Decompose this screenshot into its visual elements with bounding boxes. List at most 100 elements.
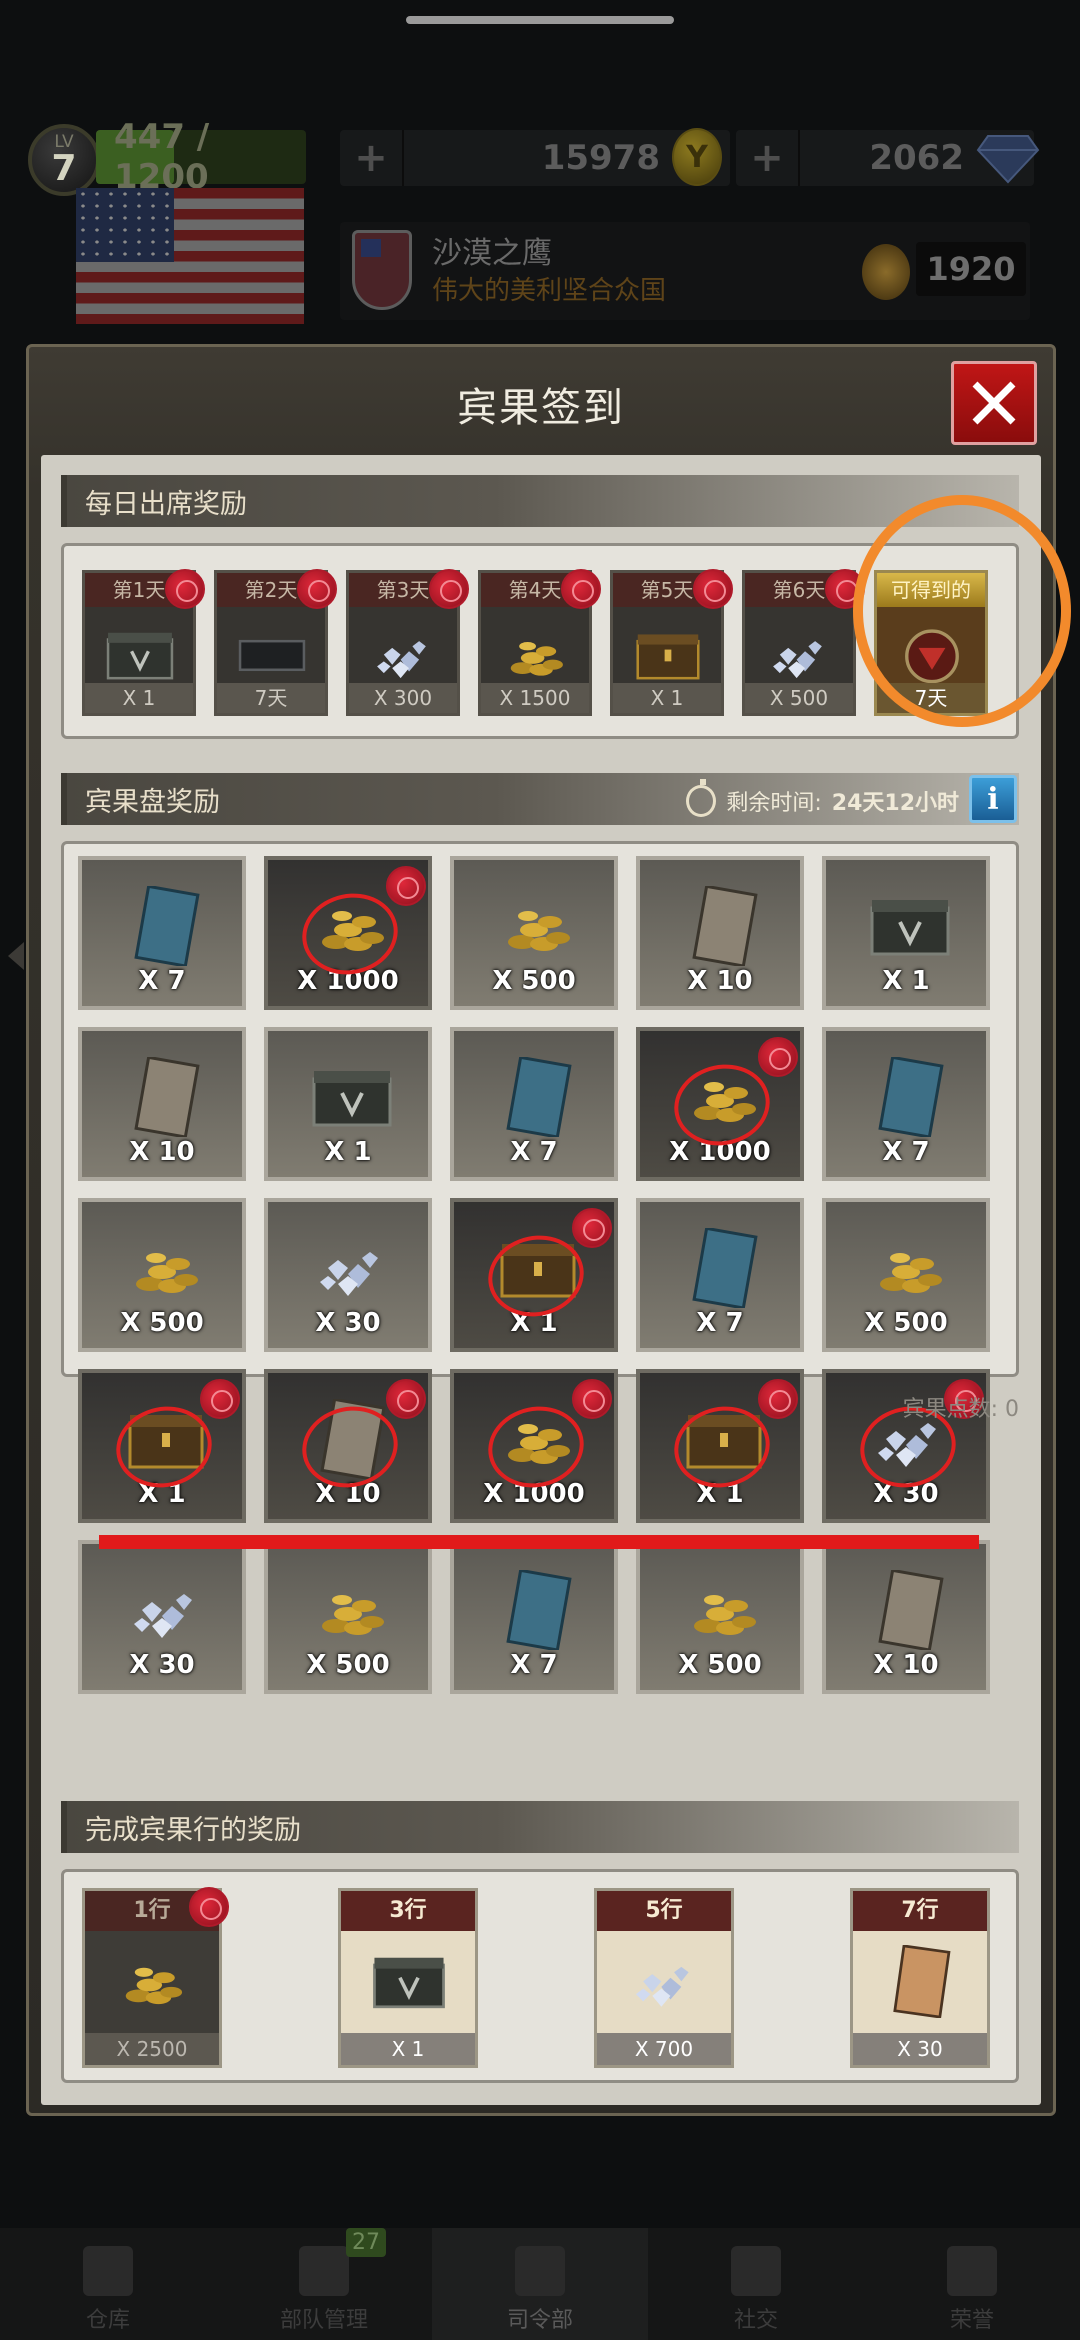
row-reward-4[interactable]: 7行 X 30	[850, 1888, 990, 2068]
claimed-stamp-icon	[165, 569, 205, 609]
bingo-cell[interactable]: X 1000	[450, 1369, 618, 1523]
bottom-nav: 仓库 部队管理 27 司令部 社交 荣誉	[0, 2228, 1080, 2340]
bingo-cell[interactable]: X 500	[822, 1198, 990, 1352]
player-level-badge[interactable]: LV 7	[28, 124, 100, 196]
diamonds-icon	[122, 1570, 210, 1650]
bingo-checkin-dialog: 宾果签到 每日出席奖励 第1天 X 1 第2天 7天 第3天 X 300 第4天 X 1500…	[26, 344, 1071, 2116]
bingo-cell[interactable]: X 500	[78, 1198, 246, 1352]
nav-hq[interactable]: 司令部	[432, 2228, 648, 2340]
cell-quantity: X 30	[315, 1308, 381, 1338]
bingo-cell[interactable]: X 500	[636, 1540, 804, 1694]
bingo-cell[interactable]: X 10	[822, 1540, 990, 1694]
diamonds-icon	[763, 621, 837, 679]
row-reward-1[interactable]: 1行 X 2500	[82, 1887, 229, 2068]
crate-icon	[866, 886, 954, 966]
nav-social[interactable]: 社交	[648, 2228, 864, 2340]
bingo-cell[interactable]: X 7	[822, 1027, 990, 1181]
add-diamond-button[interactable]: +	[736, 130, 800, 186]
close-button[interactable]	[951, 361, 1037, 445]
cell-quantity: X 10	[873, 1650, 939, 1680]
daily-reward-day-6[interactable]: 第6天 X 500	[742, 569, 865, 716]
bingo-cell[interactable]: X 1000	[636, 1027, 804, 1181]
tan-card-icon	[866, 1568, 954, 1652]
bingo-cell[interactable]: X 7	[450, 1540, 618, 1694]
row-reward-header: 完成宾果行的奖励	[61, 1801, 1019, 1853]
bingo-cell[interactable]: X 7	[636, 1198, 804, 1352]
bingo-cell[interactable]: X 10	[78, 1027, 246, 1181]
bingo-cell[interactable]: X 7	[450, 1027, 618, 1181]
cell-quantity: X 1	[324, 1137, 372, 1167]
nav-warehouse[interactable]: 仓库	[0, 2228, 216, 2340]
social-icon	[731, 2246, 781, 2296]
black-card-icon	[235, 621, 309, 672]
side-panel-arrow-icon[interactable]	[8, 942, 24, 970]
bingo-cell[interactable]: X 1	[78, 1369, 246, 1523]
cell-quantity: X 7	[510, 1650, 558, 1680]
gold-chest-icon	[631, 621, 705, 680]
player-name: 沙漠之鹰	[432, 236, 552, 271]
bingo-cell[interactable]: X 1	[264, 1027, 432, 1181]
day-quantity: X 1500	[481, 683, 589, 713]
diamonds-icon	[308, 1228, 396, 1308]
row-reward-quantity: X 1	[341, 2033, 475, 2065]
day-quantity: 7天	[217, 683, 325, 713]
diamonds-icon	[625, 1945, 705, 2017]
daily-reward-day-3[interactable]: 第3天 X 300	[346, 569, 469, 716]
claimed-stamp-icon	[200, 1379, 240, 1419]
cell-quantity: X 7	[882, 1137, 930, 1167]
cell-quantity: X 500	[120, 1308, 204, 1338]
bingo-cell[interactable]: X 500	[450, 856, 618, 1010]
daily-reward-day-4[interactable]: 第4天 X 1500	[478, 569, 601, 716]
country-flag	[76, 188, 304, 324]
player-info-panel[interactable]: 沙漠之鹰 伟大的美利坚合众国 1920	[340, 222, 1030, 320]
bingo-cell[interactable]: X 10	[636, 856, 804, 1010]
gold-coins-icon	[308, 1570, 396, 1650]
cell-quantity: X 500	[492, 966, 576, 996]
crate-icon	[369, 1945, 449, 2017]
gold-coins-icon	[113, 1945, 193, 2017]
bingo-cell[interactable]: X 30	[78, 1540, 246, 1694]
bingo-cell[interactable]: X 30	[264, 1198, 432, 1352]
day-quantity: X 500	[745, 683, 853, 713]
remaining-time-value: 24天12小时	[831, 791, 959, 816]
remaining-time: 剩余时间: 24天12小时	[686, 779, 959, 817]
hq-icon	[515, 2246, 565, 2296]
claimed-stamp-icon	[572, 1379, 612, 1419]
nav-trophy[interactable]: 荣誉	[864, 2228, 1080, 2340]
cell-quantity: X 500	[306, 1650, 390, 1680]
bingo-cell[interactable]: X 1	[450, 1198, 618, 1352]
bingo-cell[interactable]: X 1	[636, 1369, 804, 1523]
gold-coins-icon	[680, 1570, 768, 1650]
level-value: 7	[51, 147, 77, 189]
bingo-cell[interactable]: X 1000	[264, 856, 432, 1010]
cell-quantity: X 1	[882, 966, 930, 996]
daily-reward-day-2[interactable]: 第2天 7天	[214, 569, 337, 716]
xp-bar: 447 / 1200	[96, 117, 306, 197]
row-reward-list: 1行 X 2500 3行 X 1 5行 X 700 7行 X 30	[61, 1869, 1019, 2083]
row-reward-2[interactable]: 3行 X 1	[338, 1888, 478, 2068]
bingo-cell[interactable]: X 7	[78, 856, 246, 1010]
blue-card-icon	[680, 1226, 768, 1310]
crate-icon	[103, 621, 177, 680]
claimed-stamp-icon	[386, 1379, 426, 1419]
row-reward-3[interactable]: 5行 X 700	[594, 1888, 734, 2068]
nav-troops[interactable]: 部队管理 27	[216, 2228, 432, 2340]
claimed-stamp-icon	[429, 569, 469, 609]
bingo-cell[interactable]: X 500	[264, 1540, 432, 1694]
add-gold-button[interactable]: +	[340, 130, 404, 186]
blue-card-icon	[494, 1568, 582, 1652]
bingo-cell[interactable]: X 10	[264, 1369, 432, 1523]
bingo-cell[interactable]: X 1	[822, 856, 990, 1010]
daily-reward-day-1[interactable]: 第1天 X 1	[82, 569, 205, 716]
daily-reward-day-5[interactable]: 第5天 X 1	[610, 569, 733, 716]
info-button[interactable]: i	[969, 775, 1017, 823]
cell-quantity: X 7	[696, 1308, 744, 1338]
xp-text: 447 / 1200	[114, 117, 210, 197]
gold-coins-icon	[866, 1228, 954, 1308]
nav-label: 司令部	[506, 2308, 573, 2333]
gold-resource: + 15978 Y	[340, 128, 730, 186]
cell-quantity: X 500	[678, 1650, 762, 1680]
blue-card-icon	[494, 1055, 582, 1139]
claimed-stamp-icon	[758, 1037, 798, 1077]
claimed-stamp-icon	[561, 569, 601, 609]
